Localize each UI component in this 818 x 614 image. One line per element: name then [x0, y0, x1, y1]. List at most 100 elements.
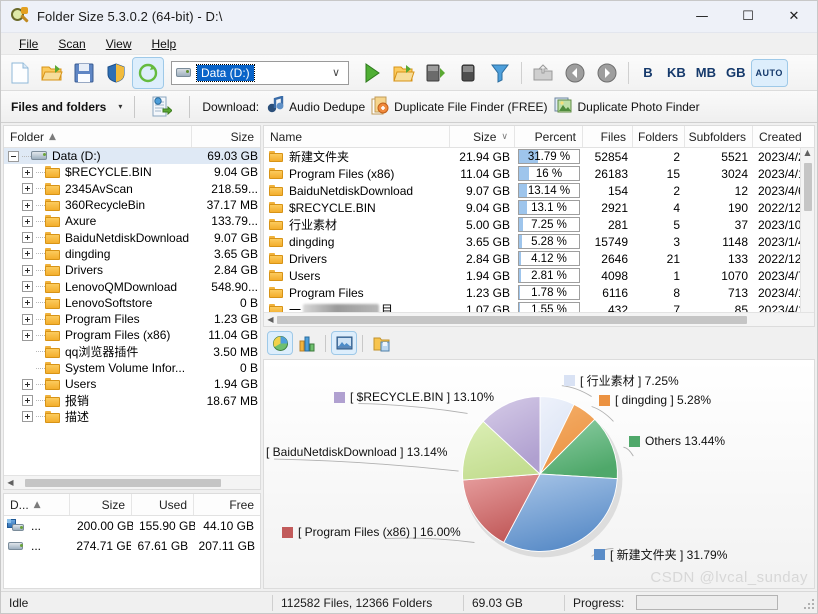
- tree-row[interactable]: Users 1.94 GB: [4, 376, 260, 392]
- view-mode-label[interactable]: Files and folders: [11, 100, 106, 114]
- tree-row[interactable]: 2345AvScan 218.59...: [4, 181, 260, 197]
- folder-list[interactable]: 新建文件夹21.94 GB31.79 %52854255212023/4/2..…: [264, 148, 800, 312]
- list-row[interactable]: 新建文件夹 21.94 GB 31.79 % 52854 2 5521 2023/4/2..: [264, 148, 800, 165]
- up-folder-icon[interactable]: [528, 58, 558, 88]
- tree-row[interactable]: dingding 3.65 GB: [4, 246, 260, 262]
- unit-button-b[interactable]: B: [635, 60, 661, 86]
- tree-column-folder[interactable]: Folder ▲: [4, 126, 192, 147]
- list-row[interactable]: BaiduNetdiskDownload 9.07 GB 13.14 % 154 2 12…: [264, 182, 800, 199]
- tree-expander-icon[interactable]: [22, 232, 33, 244]
- tree-expander-icon[interactable]: [22, 264, 33, 276]
- drive-column-used[interactable]: Used: [132, 494, 194, 515]
- tree-row[interactable]: Program Files (x86) 11.04 GB: [4, 327, 260, 343]
- tree-row[interactable]: Drivers 2.84 GB: [4, 262, 260, 278]
- list-row[interactable]: 一 目 1.07 GB 1.55 % 432 7 85 2023/4/1..: [264, 301, 800, 312]
- stop-icon[interactable]: [453, 58, 483, 88]
- tree-row[interactable]: 报销 18.67 MB: [4, 392, 260, 408]
- drive-column-drive[interactable]: D... ▲: [4, 494, 70, 515]
- open-scan-folder-icon[interactable]: [389, 58, 419, 88]
- report-export-icon[interactable]: [147, 92, 177, 122]
- tree-expander-icon[interactable]: [22, 329, 33, 341]
- pie-chart-icon[interactable]: [267, 331, 293, 355]
- tree-scroll-thumb[interactable]: [25, 478, 221, 487]
- list-row[interactable]: Program Files 1.23 GB 1.78 % 6116 8 713 2023/4…: [264, 284, 800, 301]
- list-row[interactable]: Users 1.94 GB 2.81 % 4098 1 1070 2023/4/7..: [264, 267, 800, 284]
- save-chart-icon[interactable]: [369, 332, 393, 354]
- tree-row[interactable]: BaiduNetdiskDownload 9.07 GB: [4, 229, 260, 245]
- list-scroll-thumb[interactable]: [803, 163, 812, 211]
- tree-column-size[interactable]: Size: [192, 126, 260, 147]
- minimize-button[interactable]: —: [679, 1, 725, 33]
- tree-row[interactable]: Data (D:) 69.03 GB: [4, 148, 260, 165]
- filter-icon[interactable]: [485, 58, 515, 88]
- list-row[interactable]: 行业素材 5.00 GB 7.25 % 281 5 37 2023/10/..: [264, 216, 800, 233]
- list-vertical-scrollbar[interactable]: ▲: [800, 148, 814, 312]
- save-icon[interactable]: [69, 58, 99, 88]
- tree-horizontal-scrollbar[interactable]: ◀: [4, 475, 260, 489]
- forward-arrow-icon[interactable]: [592, 58, 622, 88]
- tree-row[interactable]: Axure 133.79...: [4, 213, 260, 229]
- scroll-left-arrow-icon[interactable]: ◀: [264, 315, 277, 324]
- chart-image-icon[interactable]: [331, 331, 357, 355]
- tree-expander-icon[interactable]: [22, 395, 33, 407]
- open-folder-icon[interactable]: [37, 58, 67, 88]
- resize-grip[interactable]: [801, 596, 815, 610]
- shield-icon[interactable]: [101, 58, 131, 88]
- chevron-down-icon[interactable]: ▾: [118, 102, 122, 111]
- start-scan-icon[interactable]: [357, 58, 387, 88]
- list-row[interactable]: $RECYCLE.BIN 9.04 GB 13.1 % 2921 4 190 2022/12…: [264, 199, 800, 216]
- tree-row[interactable]: Program Files 1.23 GB: [4, 311, 260, 327]
- list-column-files[interactable]: Files: [583, 126, 633, 147]
- tree-expander-icon[interactable]: [22, 281, 33, 293]
- tree-row[interactable]: System Volume Infor... 0 B: [4, 360, 260, 376]
- folder-tree[interactable]: Data (D:) 69.03 GB $RECYCLE.BIN 9.04 GB 2345…: [4, 148, 260, 475]
- tree-row[interactable]: LenovoSoftstore 0 B: [4, 295, 260, 311]
- bar-chart-icon[interactable]: [295, 332, 319, 354]
- tree-row[interactable]: LenovoQMDownload 548.90...: [4, 278, 260, 294]
- tree-expander-icon[interactable]: [22, 313, 33, 325]
- back-arrow-icon[interactable]: [560, 58, 590, 88]
- drive-column-free[interactable]: Free: [194, 494, 260, 515]
- tree-expander-icon[interactable]: [22, 215, 33, 227]
- tree-expander-icon[interactable]: [22, 183, 33, 195]
- list-column-percent[interactable]: Percent: [515, 126, 583, 147]
- list-column-name[interactable]: Name: [264, 126, 450, 147]
- drive-combobox[interactable]: Data (D:) ∨: [171, 60, 349, 85]
- list-row[interactable]: dingding 3.65 GB 5.28 % 15749 3 1148 2023/1/4.…: [264, 233, 800, 250]
- tree-expander-icon[interactable]: [22, 166, 33, 178]
- maximize-button[interactable]: ☐: [725, 1, 771, 33]
- tree-expander-icon[interactable]: [8, 150, 19, 162]
- list-column-folders[interactable]: Folders: [633, 126, 685, 147]
- tree-expander-icon[interactable]: [22, 297, 33, 309]
- tree-row[interactable]: 360RecycleBin 37.17 MB: [4, 197, 260, 213]
- unit-button-gb[interactable]: GB: [722, 60, 750, 86]
- list-scroll-thumb-h[interactable]: [277, 315, 747, 324]
- download-duplicate-file-finder[interactable]: Duplicate File Finder (FREE): [371, 96, 548, 118]
- unit-button-kb[interactable]: KB: [663, 60, 690, 86]
- download-duplicate-photo-finder[interactable]: Duplicate Photo Finder: [554, 96, 700, 117]
- list-row[interactable]: Drivers 2.84 GB 4.12 % 2646 21 133 2022/12/..: [264, 250, 800, 267]
- drive-list[interactable]: ... 200.00 GB 155.90 GB 44.10 GB... 274.71 G…: [4, 516, 260, 556]
- close-button[interactable]: ✕: [771, 1, 817, 33]
- scroll-up-arrow-icon[interactable]: ▲: [804, 148, 810, 161]
- tree-expander-icon[interactable]: [22, 378, 33, 390]
- list-horizontal-scrollbar[interactable]: ◀: [264, 312, 814, 326]
- unit-button-auto[interactable]: AUTO: [750, 58, 788, 87]
- tree-row[interactable]: qq浏览器插件 3.50 MB: [4, 344, 260, 360]
- tree-row[interactable]: 描述: [4, 409, 260, 425]
- tree-row[interactable]: $RECYCLE.BIN 9.04 GB: [4, 164, 260, 180]
- list-column-created[interactable]: Created: [753, 126, 818, 147]
- menu-item-file[interactable]: File: [9, 35, 48, 53]
- list-column-subfolders[interactable]: Subfolders: [685, 126, 753, 147]
- menu-item-help[interactable]: Help: [142, 35, 187, 53]
- drive-row[interactable]: ... 200.00 GB 155.90 GB 44.10 GB: [4, 516, 260, 536]
- tree-expander-icon[interactable]: [22, 248, 33, 260]
- refresh-icon[interactable]: [132, 56, 164, 89]
- list-column-size[interactable]: Size ∨: [450, 126, 515, 147]
- scroll-left-arrow-icon[interactable]: ◀: [4, 478, 17, 487]
- scan-drive-icon[interactable]: [421, 58, 451, 88]
- download-audio-dedupe[interactable]: Audio Dedupe: [265, 95, 365, 117]
- chevron-down-icon[interactable]: ∨: [332, 66, 340, 79]
- tree-expander-icon[interactable]: [22, 411, 33, 423]
- menu-item-scan[interactable]: Scan: [48, 35, 95, 53]
